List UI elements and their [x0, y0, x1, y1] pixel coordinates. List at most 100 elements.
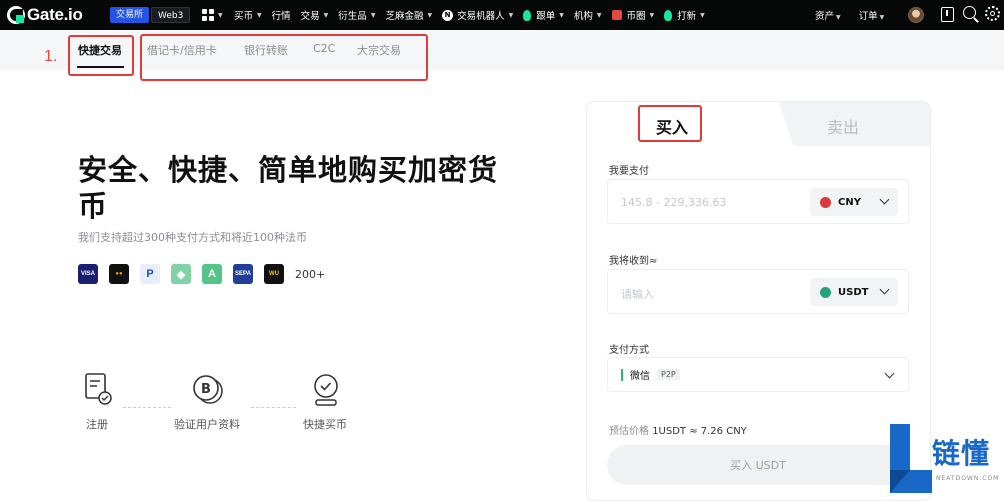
nav-item[interactable]: 币圈 ▼ — [611, 8, 654, 22]
nav-assets[interactable]: 资产 ▼ — [815, 8, 841, 22]
nav-item[interactable]: 衍生品 ▼ — [338, 8, 375, 22]
pay-amount-placeholder: 145.8 - 229,336.63 — [621, 196, 727, 209]
nav-item-label: 交易 — [300, 11, 320, 22]
main-nav: ▼ — [202, 0, 231, 30]
nav-item[interactable]: 行情 — [272, 8, 291, 22]
payment-count: 200+ — [295, 267, 326, 281]
gate-logo[interactable]: Gate.io — [7, 5, 83, 25]
chevron-down-icon: ▼ — [700, 11, 705, 19]
annotation-box-other-tabs — [140, 34, 428, 81]
step-register — [78, 372, 118, 410]
chevron-down-icon: ▼ — [879, 14, 885, 21]
nav-item-label: 机构 — [573, 11, 593, 22]
check-badge-icon — [314, 374, 338, 406]
nav-orders-label: 订单 — [858, 11, 878, 22]
nav-item-label: 打新 — [677, 11, 697, 22]
annotation-box-buy — [638, 105, 702, 142]
right-nav: 资产 ▼ 订单 ▼ — [815, 0, 884, 30]
price-value: 1USDT ≈ 7.26 CNY — [652, 426, 747, 437]
nav-item[interactable]: 买币 ▼ — [234, 8, 262, 22]
nav-links: 买币 ▼ 行情 交易 ▼ 衍生品 ▼ 芝麻金融 ▼ N 交易机器人 ▼ 跟单 ▼ 机构 ▼ 币圈 ▼ 打新 ▼ — [234, 0, 705, 30]
flame-icon — [664, 9, 673, 21]
chevron-down-icon: ▼ — [370, 11, 376, 19]
payment-method-value: 微信 — [630, 371, 650, 382]
nav-orders[interactable]: 订单 ▼ — [859, 8, 885, 22]
nav-item[interactable]: 机构 ▼ — [574, 8, 602, 22]
buy-usdt-button[interactable]: 买入 USDT — [607, 445, 909, 485]
receive-label: 我将收到≈ — [609, 256, 658, 267]
nav-assets-label: 资产 — [815, 11, 835, 22]
chevron-down-icon: ▼ — [836, 14, 841, 21]
step-quick-buy — [311, 372, 343, 412]
annotation-box-quick-trade — [68, 35, 134, 76]
register-doc-icon — [85, 373, 112, 405]
pay-amount-field[interactable]: 145.8 - 229,336.63 CNY — [607, 179, 909, 224]
flame-icon — [523, 9, 532, 21]
avatar[interactable] — [908, 7, 924, 23]
annotation-number-1: 1. — [44, 48, 58, 65]
chevron-down-icon — [879, 194, 890, 205]
apps-grid-icon[interactable] — [202, 9, 214, 21]
chevron-down-icon: ▼ — [559, 11, 564, 19]
chevron-down-icon: ▼ — [323, 11, 329, 19]
price-label: 预估价格 — [609, 426, 649, 437]
watermark-logo-icon — [890, 424, 932, 493]
watermark-brand: 链懂 — [932, 437, 991, 470]
step-connector — [251, 407, 296, 408]
pay-currency-select[interactable]: CNY — [810, 188, 898, 216]
method-indicator — [621, 368, 623, 381]
sepa-icon: SEPA — [233, 264, 253, 284]
exchange-pill[interactable]: 交易所 — [110, 7, 150, 23]
receive-amount-placeholder: 请输入 — [621, 288, 654, 301]
nav-item[interactable]: N 交易机器人 ▼ — [442, 8, 513, 22]
p2p-badge: P2P — [657, 369, 680, 380]
page-title: 安全、快捷、简单地购买加密货币 — [78, 153, 499, 223]
receive-currency-select[interactable]: USDT — [810, 278, 898, 306]
receive-amount-field[interactable]: 请输入 USDT — [607, 269, 909, 314]
payment-method-label: 支付方式 — [609, 345, 649, 356]
chevron-down-icon: ▼ — [508, 11, 514, 19]
web3-pill[interactable]: Web3 — [151, 7, 191, 23]
step-verify: B — [190, 373, 226, 411]
paypal-icon: P — [140, 264, 160, 284]
chevron-down-icon — [884, 368, 895, 379]
top-navbar: Gate.io 交易所 Web3 ▼ 买币 ▼ 行情 交易 ▼ 衍生品 ▼ 芝麻金融 ▼ N 交易机… — [0, 0, 1004, 30]
chevron-down-icon: ▼ — [427, 11, 433, 19]
chevron-down-icon: ▼ — [257, 11, 262, 19]
chevron-down-icon: ▼ — [218, 11, 223, 19]
pay-label: 我要支付 — [609, 166, 649, 177]
step-connector — [123, 407, 171, 408]
bot-icon: N — [442, 9, 454, 21]
nav-item[interactable]: 芝麻金融 ▼ — [385, 8, 432, 22]
step-register-label: 注册 — [86, 418, 108, 431]
payment-methods: VISA ●● P ◆ A SEPA WU 200+ — [78, 264, 325, 284]
trade-card: 买入 卖出 我要支付 145.8 - 229,336.63 CNY 我将收到≈ … — [586, 101, 931, 501]
watermark: 链懂 NEATDOWN.COM — [888, 424, 1004, 493]
coin-icon: B — [193, 375, 223, 404]
receive-currency: USDT — [838, 286, 869, 298]
step-verify-label: 验证用户资料 — [174, 418, 240, 431]
binance-icon: ◆ — [171, 264, 191, 284]
settings-icon[interactable] — [985, 6, 1000, 21]
chevron-down-icon: ▼ — [596, 11, 602, 19]
nav-item-label: 交易机器人 — [457, 11, 505, 22]
tab-sell[interactable]: 卖出 — [827, 114, 859, 138]
pay-currency: CNY — [838, 196, 861, 208]
payment-method-select[interactable]: 微信 P2P — [607, 357, 909, 392]
gate-logo-icon — [7, 6, 25, 24]
nav-item[interactable]: 交易 ▼ — [301, 8, 329, 22]
nav-item-label: 币圈 — [626, 11, 646, 22]
step-quick-buy-label: 快捷买币 — [303, 418, 347, 431]
nav-item-label: 买币 — [234, 11, 254, 22]
download-icon[interactable] — [941, 7, 954, 22]
nav-item[interactable]: 跟单 ▼ — [523, 8, 564, 22]
box-icon — [611, 10, 622, 20]
wu-icon: WU — [264, 264, 284, 284]
estimated-price: 预估价格 1USDT ≈ 7.26 CNY — [609, 422, 747, 437]
chevron-down-icon — [879, 284, 890, 295]
nav-item[interactable]: 打新 ▼ — [664, 8, 705, 22]
search-icon[interactable] — [963, 6, 979, 23]
nav-item-label: 行情 — [271, 11, 291, 22]
nav-item-label: 衍生品 — [338, 11, 367, 22]
watermark-site: NEATDOWN.COM — [936, 475, 1000, 482]
